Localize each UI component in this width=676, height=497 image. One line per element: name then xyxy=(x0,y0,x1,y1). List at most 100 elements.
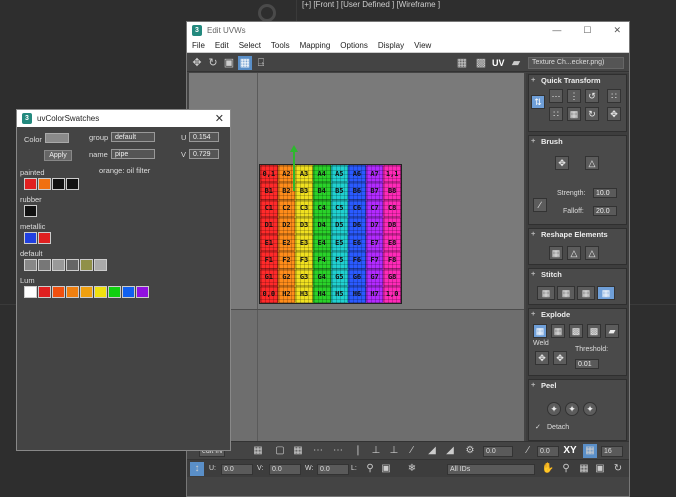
stitch-header[interactable]: Stitch xyxy=(529,269,626,280)
align-icon[interactable]: ⇅ xyxy=(531,95,545,109)
grid-icon[interactable]: ▩ xyxy=(474,56,488,70)
menu-item[interactable]: Tools xyxy=(266,39,295,52)
straighten-selection-icon[interactable]: ▦ xyxy=(549,246,563,260)
color-swatch[interactable] xyxy=(24,178,37,190)
break-icon[interactable]: ▦ xyxy=(533,324,547,338)
stitch-custom-icon[interactable]: ▦ xyxy=(597,286,615,300)
pan-icon[interactable]: ✋ xyxy=(541,462,555,476)
mirror-icon[interactable]: ⍈ xyxy=(254,56,268,70)
rotate-icon[interactable]: ↻ xyxy=(206,56,220,70)
stitch-source-icon[interactable]: ▦ xyxy=(557,286,575,300)
explode-header[interactable]: Explode xyxy=(529,309,626,320)
color-swatch[interactable] xyxy=(24,232,37,244)
close-icon[interactable]: ✕ xyxy=(613,25,621,36)
u-field[interactable]: 0.154 xyxy=(189,132,219,142)
pivot-icon[interactable]: ✥ xyxy=(607,107,621,121)
color-swatch[interactable] xyxy=(66,178,79,190)
peel-header[interactable]: Peel xyxy=(529,380,626,391)
checker-texture[interactable]: 0,1 A2 A3 A4 A5 A6 A7 1,1 B1 B2 B3 B4 B5 B6 B7 B8 C1 C2 C3… xyxy=(259,164,402,304)
scale-icon[interactable]: ▣ xyxy=(222,56,236,70)
texture-select[interactable]: Texture Ch...ecker.png) xyxy=(528,57,624,69)
color-swatch[interactable] xyxy=(80,286,93,298)
zoom-extents-icon[interactable]: ▣ xyxy=(593,462,607,476)
name-field[interactable]: pipe xyxy=(111,149,155,159)
xy-toggle[interactable]: XY xyxy=(563,444,577,458)
color-swatch[interactable] xyxy=(94,259,107,271)
grow-icon[interactable]: ▦ xyxy=(291,444,305,458)
brush-header[interactable]: Brush xyxy=(529,136,626,147)
paint-select-icon[interactable]: ∕ xyxy=(405,444,419,458)
pin-icon[interactable]: ▣ xyxy=(379,462,393,476)
group-field[interactable]: default xyxy=(111,132,155,142)
color-swatch[interactable] xyxy=(24,286,37,298)
stretch-icon[interactable]: ◢ xyxy=(443,444,457,458)
id-filter-select[interactable]: All IDs xyxy=(447,464,535,475)
space-h-icon[interactable]: ∷ xyxy=(607,89,621,103)
select-element-icon[interactable]: ▢ xyxy=(273,444,287,458)
uv-canvas[interactable]: 0,1 A2 A3 A4 A5 A6 A7 1,1 B1 B2 B3 B4 B5 B6 B7 B8 C1 C2 C3… xyxy=(189,73,524,441)
color-swatch[interactable] xyxy=(24,205,37,217)
color-swatch[interactable] xyxy=(136,286,149,298)
align-right-icon[interactable]: ⊥ xyxy=(387,444,401,458)
quick-transform-header[interactable]: Quick Transform xyxy=(529,75,626,86)
relax-icon[interactable]: △ xyxy=(567,246,581,260)
zoom-region-icon[interactable]: ▦ xyxy=(577,462,591,476)
v-field[interactable]: 0.0 xyxy=(269,464,301,475)
value-field-2[interactable]: 0.0 xyxy=(537,446,559,457)
threshold-field[interactable]: 0.01 xyxy=(575,359,599,369)
color-swatch[interactable] xyxy=(66,286,79,298)
rotate-cw-icon[interactable]: ↻ xyxy=(585,107,599,121)
weld-target-icon[interactable]: ✥ xyxy=(553,351,567,365)
detach-checkbox[interactable]: ✓ xyxy=(535,423,541,431)
relax-brush-icon[interactable]: △ xyxy=(585,156,599,170)
view-icon[interactable]: ▰ xyxy=(509,56,523,70)
reset-peel-icon[interactable]: ✦ xyxy=(583,402,597,416)
quick-peel-icon[interactable]: ✦ xyxy=(547,402,561,416)
brush-stroke-icon[interactable]: ∕ xyxy=(533,198,547,212)
color-swatch[interactable] xyxy=(38,232,51,244)
menu-item[interactable]: Mapping xyxy=(295,39,336,52)
explode-icon[interactable]: ▰ xyxy=(605,324,619,338)
menu-item[interactable]: View xyxy=(409,39,436,52)
color-swatch[interactable] xyxy=(38,259,51,271)
move-icon[interactable]: ✥ xyxy=(190,56,204,70)
transform-gizmo-y[interactable] xyxy=(290,145,298,191)
snowflake-icon[interactable]: ❄ xyxy=(405,462,419,476)
maximize-icon[interactable]: ☐ xyxy=(583,25,591,36)
color-swatch[interactable] xyxy=(38,286,51,298)
snap-grid-icon[interactable]: ▦ xyxy=(583,444,597,458)
marker-icon[interactable]: ❘ xyxy=(351,444,365,458)
curve-icon[interactable]: ∕ xyxy=(521,444,535,458)
menu-item[interactable]: Display xyxy=(373,39,409,52)
color-swatch[interactable] xyxy=(52,286,65,298)
v-field[interactable]: 0.729 xyxy=(189,149,219,159)
align-left-icon[interactable]: ⊥ xyxy=(369,444,383,458)
color-swatch[interactable] xyxy=(24,259,37,271)
reshape-header[interactable]: Reshape Elements xyxy=(529,229,626,240)
align-h-icon[interactable]: ⋯ xyxy=(549,89,563,103)
menu-item[interactable]: Edit xyxy=(210,39,234,52)
stitch-target-icon[interactable]: ▦ xyxy=(537,286,555,300)
space-v-icon[interactable]: ∷ xyxy=(549,107,563,121)
align-v-icon[interactable]: ⋮ xyxy=(567,89,581,103)
color-swatch[interactable] xyxy=(94,286,107,298)
grid-size-field[interactable]: 16 xyxy=(601,446,623,457)
minimize-icon[interactable]: — xyxy=(552,25,561,36)
w-field[interactable]: 0.0 xyxy=(317,464,349,475)
color-swatch[interactable] xyxy=(52,259,65,271)
swatches-titlebar[interactable]: 3 uvColorSwatches ✕ xyxy=(17,110,230,127)
relax-settings-icon[interactable]: △ xyxy=(585,246,599,260)
uv-label[interactable]: UV xyxy=(492,58,505,68)
paint-move-icon[interactable]: ✥ xyxy=(555,156,569,170)
color-swatch[interactable] xyxy=(66,259,79,271)
viewport-label[interactable]: [+] [Front ] [User Defined ] [Wireframe … xyxy=(302,0,440,9)
menu-item[interactable]: Select xyxy=(234,39,266,52)
u-field[interactable]: 0.0 xyxy=(221,464,253,475)
absolute-mode-icon[interactable]: ↕ xyxy=(190,462,204,476)
peel-mode-icon[interactable]: ✦ xyxy=(565,402,579,416)
stitch-average-icon[interactable]: ▦ xyxy=(577,286,595,300)
edit-uvws-titlebar[interactable]: 3 Edit UVWs — ☐ ✕ xyxy=(187,22,629,39)
zoom-icon[interactable]: ⚲ xyxy=(559,462,573,476)
checker-icon[interactable]: ▦ xyxy=(455,56,469,70)
flatten-settings-icon[interactable]: ▩ xyxy=(587,324,601,338)
